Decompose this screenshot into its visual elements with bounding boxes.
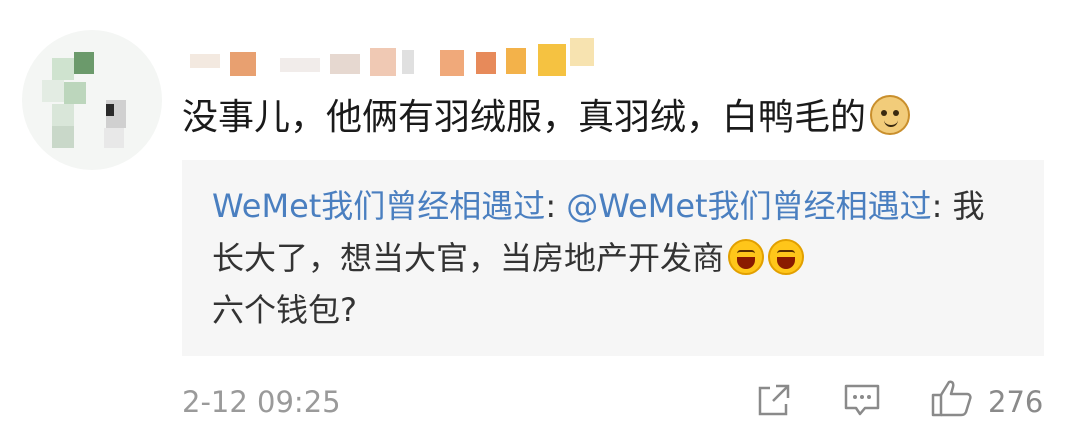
comment-icon — [844, 384, 880, 416]
comment-body: 没事儿，他俩有羽绒服，真羽绒，白鸭毛的 — [182, 97, 867, 138]
username-pixel — [506, 48, 526, 74]
laugh-emoji-icon — [728, 239, 765, 275]
username-pixel — [570, 38, 594, 66]
username-pixel — [190, 54, 220, 68]
username-pixel — [538, 44, 566, 76]
username-pixel — [402, 50, 414, 74]
quote-author-link[interactable]: WeMet我们曾经相遇过 — [212, 187, 545, 225]
quoted-reply-text: WeMet我们曾经相遇过: @WeMet我们曾经相遇过: 我长大了，想当大官，当… — [212, 180, 1002, 336]
share-button[interactable] — [756, 382, 792, 418]
doge-emoji-icon — [870, 95, 911, 135]
quote-tail: 六个钱包? — [212, 291, 357, 329]
username-pixel — [440, 50, 464, 76]
avatar-pixel — [74, 52, 94, 74]
like-button[interactable] — [930, 378, 974, 418]
username-pixel — [370, 48, 396, 76]
avatar-pixel — [64, 82, 86, 104]
username-pixel — [330, 54, 360, 74]
share-icon — [758, 384, 790, 416]
avatar-pixel — [106, 104, 114, 116]
username-pixel — [280, 58, 320, 72]
laugh-emoji-icon — [768, 239, 805, 275]
username-pixel — [230, 52, 256, 76]
avatar-pixel — [42, 80, 64, 102]
quote-separator: : — [545, 187, 567, 225]
username-pixel — [476, 52, 496, 74]
timestamp: 2-12 09:25 — [182, 385, 341, 419]
comment-text: 没事儿，他俩有羽绒服，真羽绒，白鸭毛的 — [182, 90, 1062, 146]
avatar[interactable] — [22, 30, 162, 170]
avatar-pixel — [52, 126, 74, 148]
avatar-pixel — [52, 58, 74, 80]
comment-button[interactable] — [843, 382, 881, 418]
thumbs-up-icon — [931, 380, 972, 417]
quote-mention-link[interactable]: @WeMet我们曾经相遇过 — [566, 187, 931, 225]
avatar-pixel — [52, 104, 74, 126]
avatar-pixel — [104, 128, 124, 148]
quoted-reply[interactable]: WeMet我们曾经相遇过: @WeMet我们曾经相遇过: 我长大了，想当大官，当… — [182, 160, 1044, 356]
username-blurred[interactable] — [190, 38, 610, 82]
like-count: 276 — [988, 385, 1044, 419]
